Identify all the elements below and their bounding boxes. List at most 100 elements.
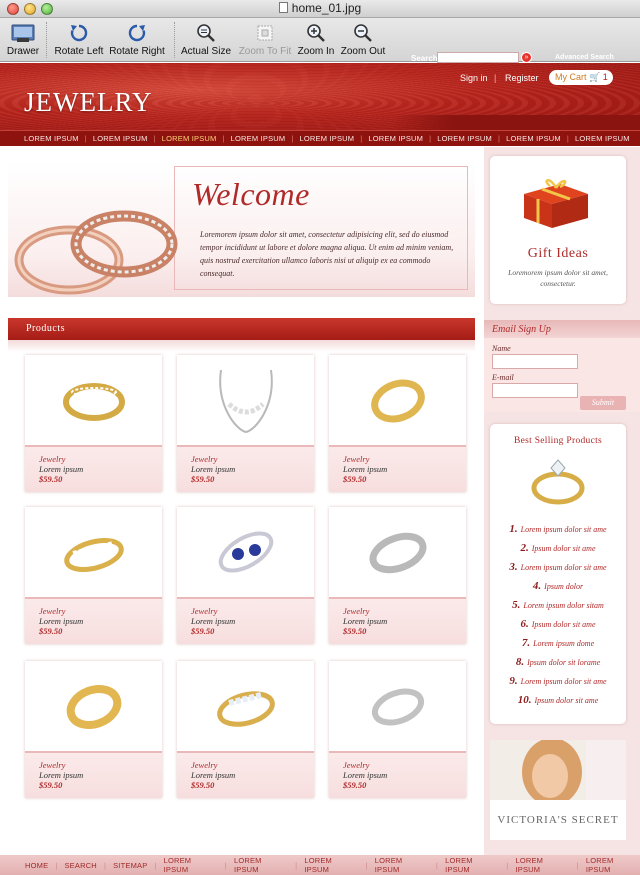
product-card[interactable]: Jewelry Lorem ipsum $59.50 bbox=[25, 507, 162, 644]
product-category: Jewelry bbox=[191, 454, 218, 464]
drawer-button[interactable]: Drawer bbox=[4, 20, 42, 57]
nav-separator: | bbox=[429, 134, 432, 143]
cart-label: My Cart bbox=[555, 72, 587, 82]
nav-separator: | bbox=[360, 134, 363, 143]
top-navigation: LOREM IPSUM | LOREM IPSUM | LOREM IPSUM | L… bbox=[0, 130, 640, 146]
window-title: home_01.jpg bbox=[0, 1, 640, 15]
best-selling-item[interactable]: 5. Lorem ipsum dolor sitam bbox=[490, 599, 626, 611]
product-card[interactable]: Jewelry Lorem ipsum $59.50 bbox=[177, 661, 314, 798]
model-photo bbox=[490, 738, 626, 806]
footer-separator: | bbox=[295, 860, 298, 870]
nav-item[interactable]: LOREM IPSUM bbox=[93, 134, 148, 143]
actual-size-label: Actual Size bbox=[180, 46, 232, 57]
email-label: E-mail bbox=[492, 373, 514, 382]
product-card[interactable]: Jewelry Lorem ipsum $59.50 bbox=[25, 355, 162, 492]
item-number: 4. bbox=[532, 580, 542, 592]
footer-link[interactable]: LOREM IPSUM bbox=[164, 856, 218, 874]
item-label: Ipsum dolor bbox=[544, 582, 584, 591]
footer-link[interactable]: LOREM IPSUM bbox=[234, 856, 288, 874]
footer-link[interactable]: LOREM IPSUM bbox=[586, 856, 640, 874]
my-cart-button[interactable]: My Cart 🛒 1 bbox=[549, 70, 613, 85]
sapphire-bypass-ring-icon bbox=[177, 507, 314, 597]
name-field[interactable] bbox=[492, 354, 578, 369]
nav-separator: | bbox=[84, 134, 87, 143]
viewer-toolbar: Drawer Rotate Left Rotate Right Actual S… bbox=[0, 18, 640, 62]
diamond-gold-ring-icon bbox=[177, 661, 314, 751]
actual-size-button[interactable]: Actual Size bbox=[180, 20, 232, 57]
footer-link[interactable]: SEARCH bbox=[64, 861, 96, 870]
best-selling-item[interactable]: 1. Lorem ipsum dolor sit ame bbox=[490, 523, 626, 535]
victorias-secret-logo: VICTORIA'S SECRET bbox=[497, 814, 619, 826]
product-category: Jewelry bbox=[39, 454, 66, 464]
nav-item[interactable]: LOREM IPSUM bbox=[575, 134, 630, 143]
products-heading-bar: Products bbox=[8, 318, 475, 340]
products-heading: Products bbox=[26, 323, 65, 334]
footer-separator: | bbox=[224, 860, 227, 870]
item-label: Ipsum dolor sit ame bbox=[531, 544, 596, 553]
footer-separator: | bbox=[365, 860, 368, 870]
product-card[interactable]: Jewelry Lorem ipsum $59.50 bbox=[329, 661, 466, 798]
footer-separator: | bbox=[506, 860, 509, 870]
best-selling-item[interactable]: 3. Lorem ipsum dolor sit ame bbox=[490, 561, 626, 573]
best-selling-item[interactable]: 6. Ipsum dolor sit ame bbox=[490, 618, 626, 630]
nav-item[interactable]: LOREM IPSUM bbox=[506, 134, 561, 143]
submit-button[interactable]: Submit bbox=[580, 396, 626, 410]
product-price: $59.50 bbox=[191, 626, 215, 636]
product-category: Jewelry bbox=[39, 606, 66, 616]
nav-item[interactable]: LOREM IPSUM bbox=[368, 134, 423, 143]
product-card[interactable]: Jewelry Lorem ipsum $59.50 bbox=[329, 355, 466, 492]
magnifier-icon bbox=[180, 20, 232, 46]
product-name: Lorem ipsum bbox=[39, 770, 84, 780]
search-go-button[interactable]: » bbox=[521, 52, 532, 63]
zoom-in-button[interactable]: Zoom In bbox=[296, 20, 336, 57]
product-info: Jewelry Lorem ipsum $59.50 bbox=[177, 445, 314, 492]
nav-item[interactable]: LOREM IPSUM bbox=[231, 134, 286, 143]
best-selling-item[interactable]: 10. Ipsum dolor sit ame bbox=[490, 694, 626, 706]
footer-link[interactable]: LOREM IPSUM bbox=[445, 856, 499, 874]
product-price: $59.50 bbox=[39, 780, 63, 790]
gold-band-ring-icon bbox=[25, 661, 162, 751]
product-card[interactable]: Jewelry Lorem ipsum $59.50 bbox=[177, 507, 314, 644]
nav-item-active[interactable]: LOREM IPSUM bbox=[162, 134, 217, 143]
product-info: Jewelry Lorem ipsum $59.50 bbox=[177, 751, 314, 798]
register-link[interactable]: Register bbox=[505, 73, 539, 83]
product-card[interactable]: Jewelry Lorem ipsum $59.50 bbox=[25, 661, 162, 798]
best-selling-item[interactable]: 2. Ipsum dolor sit ame bbox=[490, 542, 626, 554]
zoom-out-button[interactable]: Zoom Out bbox=[340, 20, 386, 57]
item-number: 5. bbox=[512, 599, 521, 611]
rotate-right-label: Rotate Right bbox=[109, 46, 165, 57]
item-label: Lorem ipsum dolor sit ame bbox=[520, 563, 607, 572]
search-input[interactable] bbox=[437, 52, 519, 63]
rotate-right-button[interactable]: Rotate Right bbox=[108, 20, 166, 57]
footer-link[interactable]: LOREM IPSUM bbox=[375, 856, 429, 874]
nav-item[interactable]: LOREM IPSUM bbox=[24, 134, 79, 143]
best-selling-item[interactable]: 9. Lorem ipsum dolor sit ame bbox=[490, 675, 626, 687]
footer-link[interactable]: LOREM IPSUM bbox=[304, 856, 358, 874]
rotate-left-button[interactable]: Rotate Left bbox=[54, 20, 104, 57]
item-number: 1. bbox=[509, 523, 518, 535]
site-header: JEWELRY Sign in | Register My Cart 🛒 1 bbox=[0, 63, 640, 130]
product-info: Jewelry Lorem ipsum $59.50 bbox=[329, 445, 466, 492]
nav-item[interactable]: LOREM IPSUM bbox=[300, 134, 355, 143]
advanced-search-link[interactable]: Advanced Search bbox=[555, 54, 614, 61]
best-selling-item[interactable]: 8. Ipsum dolor sit lorame bbox=[490, 656, 626, 668]
silver-band-ring-icon bbox=[329, 507, 466, 597]
footer-separator: | bbox=[55, 860, 58, 870]
best-selling-item[interactable]: 4. Ipsum dolor bbox=[490, 580, 626, 592]
product-card[interactable]: Jewelry Lorem ipsum $59.50 bbox=[177, 355, 314, 492]
nav-item[interactable]: LOREM IPSUM bbox=[437, 134, 492, 143]
footer-link[interactable]: LOREM IPSUM bbox=[515, 856, 569, 874]
product-price: $59.50 bbox=[191, 474, 215, 484]
item-label: Ipsum dolor sit ame bbox=[531, 620, 596, 629]
footer-link[interactable]: SITEMAP bbox=[113, 861, 147, 870]
footer-separator: | bbox=[103, 860, 107, 870]
email-field[interactable] bbox=[492, 383, 578, 398]
product-card[interactable]: Jewelry Lorem ipsum $59.50 bbox=[329, 507, 466, 644]
footer-link[interactable]: HOME bbox=[25, 861, 48, 870]
best-selling-item[interactable]: 7. Lorem ipsum dome bbox=[490, 637, 626, 649]
zoom-in-label: Zoom In bbox=[297, 46, 335, 57]
sign-in-link[interactable]: Sign in bbox=[460, 73, 488, 83]
footer-separator: | bbox=[576, 860, 579, 870]
site-logo[interactable]: JEWELRY bbox=[24, 87, 153, 118]
zoom-to-fit-button[interactable]: Zoom To Fit bbox=[236, 20, 294, 57]
